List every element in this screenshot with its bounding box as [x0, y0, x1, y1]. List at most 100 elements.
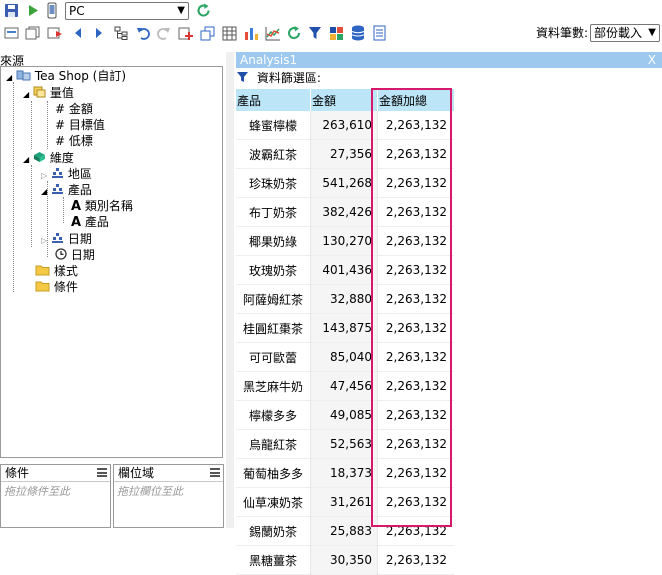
bar-chart-icon[interactable]: [244, 26, 259, 41]
amount-total-cell[interactable]: 2,263,132: [378, 372, 455, 401]
tree-node-root[interactable]: ◢ Tea Shop (自訂): [6, 68, 126, 84]
tree-node-measures[interactable]: ◢ 量值: [23, 85, 74, 101]
row-count-select[interactable]: 部份載入 ▼: [590, 24, 660, 42]
amount-cell[interactable]: 47,456: [310, 371, 378, 401]
product-cell[interactable]: 葡萄柚多多: [236, 458, 311, 488]
tree-node-product-hierarchy[interactable]: ◢ 產品: [41, 182, 92, 198]
amount-total-cell[interactable]: 2,263,132: [378, 111, 455, 140]
amount-cell[interactable]: 541,268: [310, 168, 378, 198]
column-header-amount[interactable]: 金額: [310, 89, 378, 111]
amount-total-cell[interactable]: 2,263,132: [378, 256, 455, 285]
amount-cell[interactable]: 143,875: [310, 313, 378, 343]
product-cell[interactable]: 黑芝麻牛奶: [236, 371, 311, 401]
product-cell[interactable]: 黑糖薑茶: [236, 545, 311, 575]
product-cell[interactable]: 珍珠奶茶: [236, 168, 311, 198]
product-cell[interactable]: 烏龍紅茶: [236, 429, 311, 459]
copy-report-icon[interactable]: [25, 26, 40, 40]
amount-total-cell[interactable]: 2,263,132: [378, 488, 455, 517]
amount-total-cell[interactable]: 2,263,132: [378, 459, 455, 488]
amount-total-cell[interactable]: 2,263,132: [378, 546, 455, 575]
collapse-icon[interactable]: ◢: [23, 155, 29, 164]
filter-area[interactable]: 資料篩選區:: [236, 70, 321, 86]
tree-node-conditions[interactable]: 條件: [35, 279, 78, 295]
tree-node-low-target[interactable]: # 低標: [55, 133, 93, 149]
tree-node-target[interactable]: # 目標值: [55, 117, 105, 133]
amount-cell[interactable]: 25,883: [310, 516, 378, 546]
reload-icon[interactable]: [287, 26, 301, 40]
arrow-right-icon[interactable]: [95, 28, 103, 38]
amount-total-cell[interactable]: 2,263,132: [378, 314, 455, 343]
expand-icon[interactable]: ▷: [41, 171, 47, 180]
product-cell[interactable]: 錫蘭奶茶: [236, 516, 311, 546]
amount-total-cell[interactable]: 2,263,132: [378, 140, 455, 169]
column-header-amount-total[interactable]: 金額加總: [377, 89, 455, 111]
tree-node-product[interactable]: A 產品: [71, 214, 109, 230]
amount-cell[interactable]: 27,356: [310, 139, 378, 169]
product-cell[interactable]: 玫瑰奶茶: [236, 255, 311, 285]
open-report-icon[interactable]: [4, 26, 19, 40]
amount-total-cell[interactable]: 2,263,132: [378, 430, 455, 459]
product-cell[interactable]: 布丁奶茶: [236, 197, 311, 227]
amount-cell[interactable]: 30,350: [310, 545, 378, 575]
product-cell[interactable]: 可可歐蕾: [236, 342, 311, 372]
close-icon[interactable]: X: [648, 52, 656, 68]
columns-drop-zone[interactable]: 欄位域 拖拉欄位至此: [113, 464, 224, 528]
amount-cell[interactable]: 32,880: [310, 284, 378, 314]
amount-total-cell[interactable]: 2,263,132: [378, 285, 455, 314]
amount-cell[interactable]: 18,373: [310, 458, 378, 488]
collapse-icon[interactable]: ◢: [41, 187, 47, 196]
amount-cell[interactable]: 49,085: [310, 400, 378, 430]
export-report-icon[interactable]: [47, 26, 63, 40]
tree-node-styles[interactable]: 樣式: [35, 263, 78, 279]
tree-node-category-name[interactable]: A 類別名稱: [71, 198, 133, 214]
duplicate-icon[interactable]: [200, 26, 215, 41]
conditions-drop-zone[interactable]: 條件 拖拉條件至此: [0, 464, 111, 528]
panel-splitter[interactable]: [226, 52, 234, 528]
arrow-left-icon[interactable]: [74, 28, 82, 38]
amount-total-cell[interactable]: 2,263,132: [378, 169, 455, 198]
amount-total-cell[interactable]: 2,263,132: [378, 517, 455, 546]
menu-icon[interactable]: [210, 468, 220, 477]
tree-node-region[interactable]: ▷ 地區: [41, 166, 92, 182]
database-icon[interactable]: [351, 25, 365, 41]
product-cell[interactable]: 波霸紅茶: [236, 139, 311, 169]
column-header-product[interactable]: 產品: [236, 89, 311, 111]
connection-select[interactable]: PC ▼: [65, 2, 189, 20]
collapse-icon[interactable]: ◢: [6, 73, 12, 82]
product-cell[interactable]: 椰果奶綠: [236, 226, 311, 256]
redo-icon[interactable]: [157, 26, 171, 40]
expand-icon[interactable]: ▷: [41, 236, 47, 245]
amount-cell[interactable]: 52,563: [310, 429, 378, 459]
amount-cell[interactable]: 85,040: [310, 342, 378, 372]
product-cell[interactable]: 桂圓紅棗茶: [236, 313, 311, 343]
save-icon[interactable]: [4, 3, 19, 18]
amount-total-cell[interactable]: 2,263,132: [378, 401, 455, 430]
menu-icon[interactable]: [97, 468, 107, 477]
amount-cell[interactable]: 263,610: [310, 111, 378, 140]
amount-total-cell[interactable]: 2,263,132: [378, 343, 455, 372]
tree-node-date[interactable]: 日期: [55, 247, 95, 263]
tree-node-amount[interactable]: # 金額: [55, 101, 93, 117]
amount-total-cell[interactable]: 2,263,132: [378, 227, 455, 256]
amount-total-cell[interactable]: 2,263,132: [378, 198, 455, 227]
mobile-icon[interactable]: [47, 2, 57, 19]
product-cell[interactable]: 仙草凍奶茶: [236, 487, 311, 517]
amount-cell[interactable]: 130,270: [310, 226, 378, 256]
filter-icon[interactable]: [308, 26, 322, 40]
product-cell[interactable]: 蜂蜜檸檬: [236, 111, 311, 140]
hierarchy-tree-icon[interactable]: [114, 26, 128, 40]
heatmap-icon[interactable]: [329, 26, 344, 41]
run-icon[interactable]: [27, 4, 39, 17]
add-calculation-icon[interactable]: [178, 26, 193, 41]
tree-node-dimensions[interactable]: ◢ 維度: [23, 150, 74, 166]
undo-icon[interactable]: [136, 26, 150, 40]
report-list-icon[interactable]: [373, 25, 386, 41]
tree-node-date-hierarchy[interactable]: ▷ 日期: [41, 231, 92, 247]
amount-cell[interactable]: 31,261: [310, 487, 378, 517]
collapse-icon[interactable]: ◢: [23, 90, 29, 99]
amount-cell[interactable]: 382,426: [310, 197, 378, 227]
product-cell[interactable]: 阿薩姆紅茶: [236, 284, 311, 314]
line-chart-icon[interactable]: [265, 26, 281, 41]
refresh-icon[interactable]: [196, 3, 211, 18]
product-cell[interactable]: 檸檬多多: [236, 400, 311, 430]
